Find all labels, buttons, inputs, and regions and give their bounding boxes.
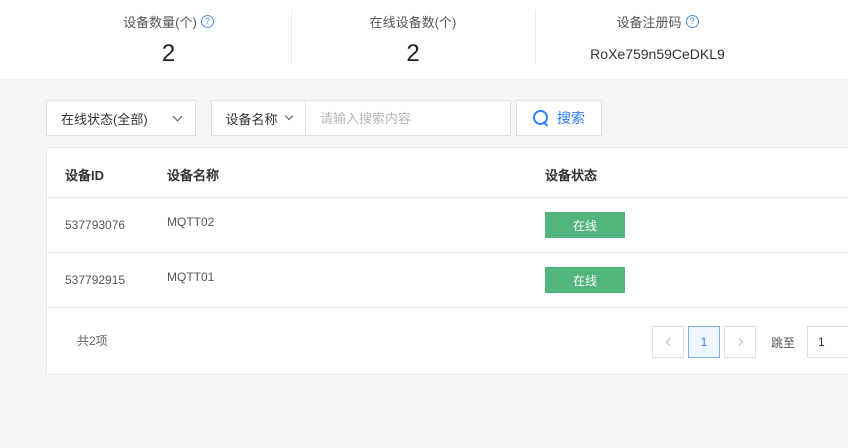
device-table: 设备ID 设备名称 设备状态 537793076 MQTT02 在线 53779…: [46, 147, 848, 375]
help-icon[interactable]: ?: [200, 15, 214, 28]
chevron-left-icon: [665, 337, 674, 347]
chevron-down-icon: [284, 111, 293, 121]
status-badge: 在线: [545, 212, 625, 238]
search-field-value: 设备名称: [225, 111, 278, 127]
page-1-button[interactable]: 1: [688, 326, 720, 358]
stat-device-count-value: 2: [161, 40, 176, 67]
jump-page-input[interactable]: 1: [807, 326, 848, 358]
next-page-button[interactable]: [724, 326, 756, 358]
search-button[interactable]: 搜索: [516, 100, 602, 136]
stat-reg-code-value: RoXe759n59CeDKL9: [590, 46, 725, 62]
table-row[interactable]: 537793076 MQTT02 在线: [47, 198, 848, 253]
chevron-right-icon: [734, 337, 743, 347]
stats-bar: 设备数量(个) ? 2 在线设备数(个) 2 设备注册码 ? RoXe759n5…: [0, 0, 848, 79]
search-button-label: 搜索: [557, 110, 585, 126]
search-icon: [533, 110, 549, 126]
status-filter-value: 在线状态(全部): [61, 111, 148, 127]
device-name-cell: MQTT01: [167, 270, 215, 284]
pagination-total: 共2项: [77, 334, 108, 348]
stat-reg-code: 设备注册码 ? RoXe759n59CeDKL9: [535, 0, 780, 79]
device-id-cell: 537793076: [65, 218, 126, 232]
stat-reg-code-label: 设备注册码: [616, 15, 682, 30]
stat-online-count-label: 在线设备数(个): [369, 15, 457, 30]
help-icon[interactable]: ?: [685, 15, 699, 28]
search-group: 设备名称: [211, 100, 511, 136]
status-badge: 在线: [545, 267, 625, 293]
column-header-device-name[interactable]: 设备名称: [167, 165, 219, 184]
stat-device-count: 设备数量(个) ? 2: [46, 0, 291, 79]
stat-online-count-value: 2: [406, 40, 420, 67]
column-header-device-id[interactable]: 设备ID: [65, 165, 104, 184]
jump-label: 跳至: [771, 336, 796, 350]
status-filter-select[interactable]: 在线状态(全部): [46, 100, 196, 136]
device-id-cell: 537792915: [65, 273, 126, 287]
stat-device-count-label: 设备数量(个): [123, 15, 197, 30]
device-name-cell: MQTT02: [167, 215, 215, 229]
search-field-select[interactable]: 设备名称: [212, 101, 306, 135]
table-row[interactable]: 537792915 MQTT01 在线: [47, 253, 848, 308]
table-header: 设备ID 设备名称 设备状态: [47, 148, 848, 198]
stat-online-count: 在线设备数(个) 2: [291, 0, 535, 79]
column-header-device-status[interactable]: 设备状态: [545, 165, 597, 184]
search-input[interactable]: [306, 101, 510, 135]
prev-page-button[interactable]: [652, 326, 684, 358]
chevron-down-icon: [172, 111, 183, 121]
